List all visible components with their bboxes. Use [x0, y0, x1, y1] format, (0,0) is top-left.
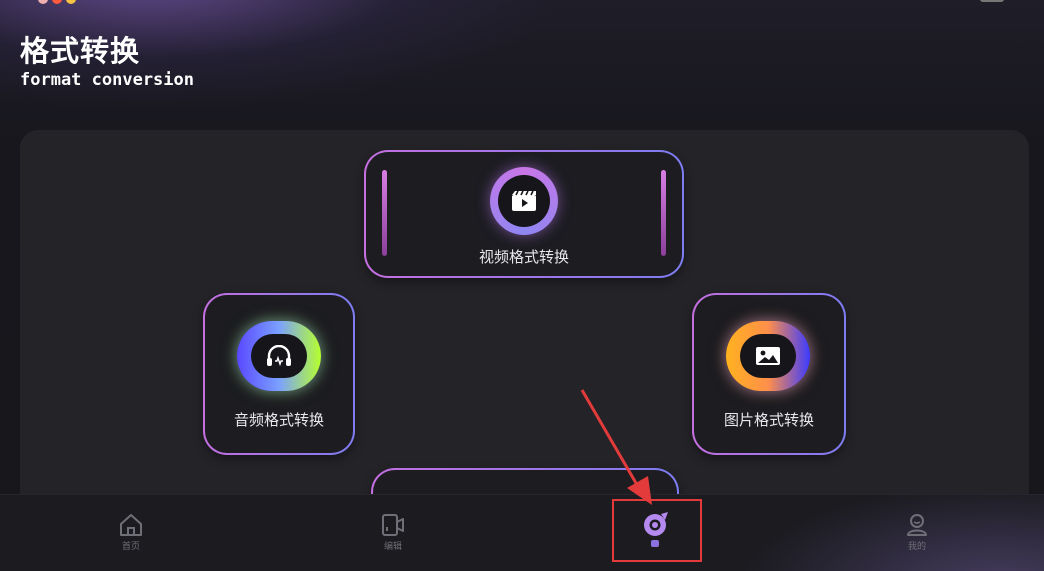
status-indicator	[980, 0, 1004, 2]
app-screen: 格式转换 format conversion 视频格式转换 音频格式转换 图片格…	[0, 0, 1044, 571]
audio-icon-ring	[237, 321, 321, 391]
headphones-icon	[267, 345, 291, 367]
audio-card-label: 音频格式转换	[233, 411, 324, 429]
video-format-conversion-card[interactable]: 视频格式转换	[364, 150, 684, 278]
video-card-label: 视频格式转换	[478, 248, 569, 266]
decorative-bar	[382, 170, 387, 256]
image-icon	[756, 347, 780, 365]
annotation-highlight-box	[612, 499, 702, 562]
video-icon-ring	[490, 167, 558, 235]
nav-item-mine[interactable]: 我的	[877, 513, 957, 552]
video-clapper-icon	[512, 190, 536, 211]
image-format-conversion-card[interactable]: 图片格式转换	[692, 293, 846, 455]
nav-label-edit: 编辑	[383, 542, 402, 552]
audio-format-conversion-card[interactable]: 音频格式转换	[203, 293, 355, 455]
home-icon	[120, 514, 142, 536]
bottom-navigation: 首页 编辑 我的	[0, 494, 1044, 571]
image-card-label: 图片格式转换	[723, 411, 814, 429]
image-icon-ring	[726, 321, 810, 391]
status-bar-icons	[38, 0, 76, 4]
profile-icon	[907, 514, 927, 536]
nav-item-home[interactable]: 首页	[91, 513, 171, 552]
edit-video-icon	[382, 514, 404, 536]
nav-label-home: 首页	[121, 542, 140, 552]
decorative-bar	[661, 170, 666, 256]
nav-label-mine: 我的	[907, 542, 926, 552]
page-title: 格式转换	[20, 34, 141, 68]
nav-item-edit[interactable]: 编辑	[353, 513, 433, 552]
page-subtitle: format conversion	[20, 70, 194, 90]
